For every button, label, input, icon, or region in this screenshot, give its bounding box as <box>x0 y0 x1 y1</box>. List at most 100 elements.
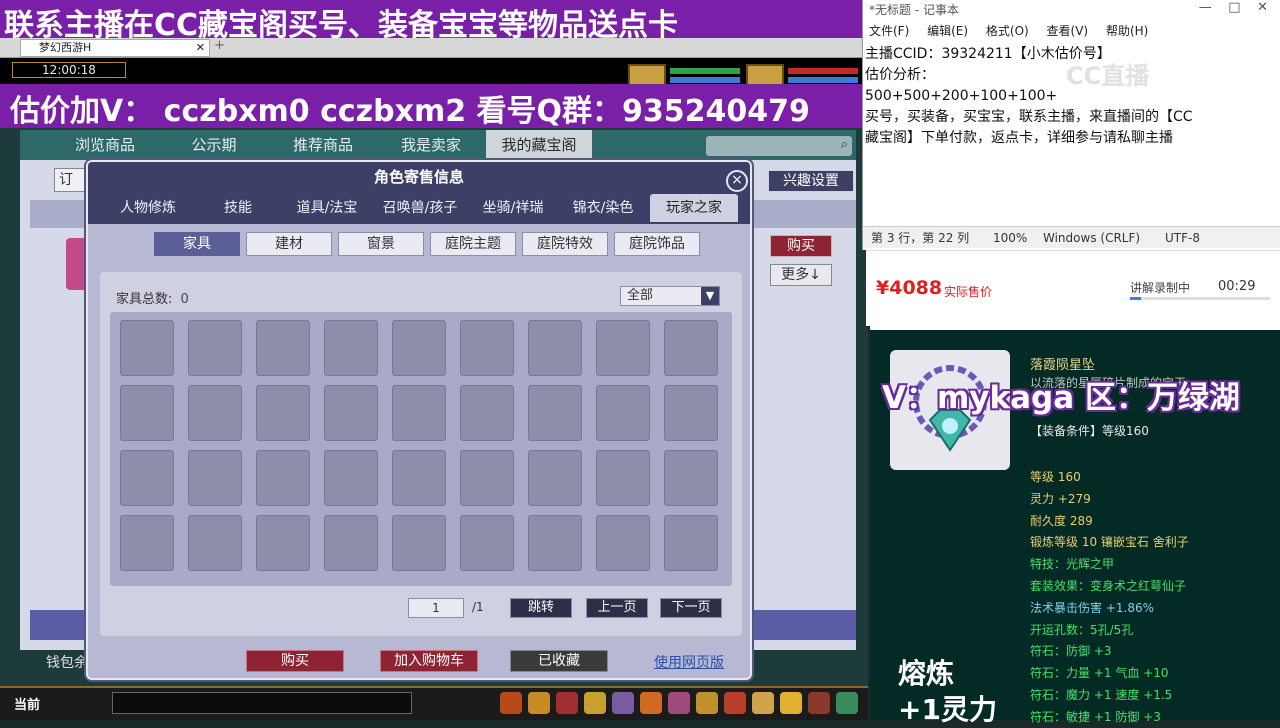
browser-tab[interactable]: 梦幻西游H ✕ <box>20 39 210 57</box>
furniture-slot[interactable] <box>596 385 650 441</box>
furniture-slot[interactable] <box>188 450 242 506</box>
furniture-slot[interactable] <box>324 515 378 571</box>
furniture-slot[interactable] <box>324 320 378 376</box>
furniture-slot[interactable] <box>460 385 514 441</box>
furniture-slot[interactable] <box>664 320 718 376</box>
subtab-courtyard-decor[interactable]: 庭院饰品 <box>614 232 700 256</box>
bag-icon[interactable] <box>500 692 522 714</box>
furniture-slot[interactable] <box>256 450 310 506</box>
smile-icon[interactable] <box>780 692 802 714</box>
nav-browse[interactable]: 浏览商品 <box>60 130 150 160</box>
map-icon[interactable] <box>836 692 858 714</box>
search-input[interactable]: ⌕ <box>706 136 852 156</box>
furniture-slot[interactable] <box>664 450 718 506</box>
furniture-slot[interactable] <box>120 320 174 376</box>
notepad-menu: 文件(F) 编辑(E) 格式(O) 查看(V) 帮助(H) <box>863 22 1280 42</box>
furniture-slot[interactable] <box>188 320 242 376</box>
furniture-slot[interactable] <box>596 515 650 571</box>
furniture-slot[interactable] <box>460 450 514 506</box>
furniture-slot[interactable] <box>256 515 310 571</box>
team-icon[interactable] <box>584 692 606 714</box>
furniture-slot[interactable] <box>528 320 582 376</box>
menu-help[interactable]: 帮助(H) <box>1106 24 1148 38</box>
minimize-icon[interactable]: — <box>1199 0 1212 15</box>
furniture-slot[interactable] <box>596 320 650 376</box>
furniture-slot[interactable] <box>120 515 174 571</box>
menu-edit[interactable]: 编辑(E) <box>927 24 968 38</box>
more-button[interactable]: 更多↓ <box>770 264 832 286</box>
system-icon[interactable] <box>808 692 830 714</box>
subtab-courtyard-effect[interactable]: 庭院特效 <box>522 232 608 256</box>
skill-icon[interactable] <box>528 692 550 714</box>
subtab-furniture[interactable]: 家具 <box>154 232 240 256</box>
furniture-slot[interactable] <box>256 385 310 441</box>
buy-button[interactable]: 购买 <box>246 650 344 672</box>
subtab-window[interactable]: 窗景 <box>338 232 424 256</box>
furniture-slot[interactable] <box>256 320 310 376</box>
notepad-text-area[interactable]: 主播CCID：39324211【小木估价号】 估价分析： 500+500+200… <box>865 44 1245 149</box>
event-icon[interactable] <box>724 692 746 714</box>
item-stat-line: 符石：力量 +1 气血 +10 <box>1030 666 1169 681</box>
furniture-slot[interactable] <box>528 450 582 506</box>
favorited-button[interactable]: 已收藏 <box>510 650 608 672</box>
chevron-down-icon[interactable]: ▼ <box>701 287 719 305</box>
tab-costumes[interactable]: 锦衣/染色 <box>560 194 646 222</box>
filter-select[interactable]: 全部 ▼ <box>620 286 720 306</box>
furniture-slot[interactable] <box>528 385 582 441</box>
furniture-slot[interactable] <box>664 385 718 441</box>
guild-icon[interactable] <box>696 692 718 714</box>
menu-view[interactable]: 查看(V) <box>1047 24 1089 38</box>
furniture-slot[interactable] <box>392 320 446 376</box>
page-total: /1 <box>472 600 484 614</box>
furniture-slot[interactable] <box>596 450 650 506</box>
furniture-slot[interactable] <box>120 450 174 506</box>
subtab-materials[interactable]: 建材 <box>246 232 332 256</box>
side-buy-button[interactable]: 购买 <box>770 235 832 257</box>
furniture-slot[interactable] <box>460 515 514 571</box>
nav-seller[interactable]: 我是卖家 <box>386 130 476 160</box>
close-icon[interactable]: × <box>726 170 748 192</box>
task-icon[interactable] <box>556 692 578 714</box>
furniture-slot[interactable] <box>188 515 242 571</box>
furniture-slot[interactable] <box>392 385 446 441</box>
tab-items[interactable]: 道具/法宝 <box>284 194 370 222</box>
furniture-slot[interactable] <box>460 320 514 376</box>
add-to-cart-button[interactable]: 加入购物车 <box>380 650 478 672</box>
furniture-slot[interactable] <box>188 385 242 441</box>
furniture-slot[interactable] <box>324 450 378 506</box>
furniture-slot[interactable] <box>392 515 446 571</box>
tab-skills[interactable]: 技能 <box>198 194 278 222</box>
prev-page-button[interactable]: 上一页 <box>586 598 648 618</box>
maximize-icon[interactable]: □ <box>1228 0 1240 15</box>
channel-label[interactable]: 当前 <box>14 694 40 713</box>
tab-cultivation[interactable]: 人物修炼 <box>102 194 194 222</box>
furniture-slot[interactable] <box>120 385 174 441</box>
tab-player-home[interactable]: 玩家之家 <box>650 194 738 222</box>
shop-icon[interactable] <box>668 692 690 714</box>
new-tab-icon[interactable]: + <box>214 38 225 53</box>
close-icon[interactable]: ✕ <box>1257 0 1268 15</box>
subtab-courtyard-theme[interactable]: 庭院主题 <box>430 232 516 256</box>
menu-file[interactable]: 文件(F) <box>869 24 909 38</box>
page-input[interactable]: 1 <box>408 598 464 618</box>
furniture-slot[interactable] <box>528 515 582 571</box>
furniture-slot[interactable] <box>664 515 718 571</box>
pet-icon[interactable] <box>612 692 634 714</box>
menu-format[interactable]: 格式(O) <box>986 24 1029 38</box>
interest-settings-button[interactable]: 兴趣设置 <box>768 170 854 192</box>
friend-icon[interactable] <box>640 692 662 714</box>
tab-mounts[interactable]: 坐骑/祥瑞 <box>470 194 556 222</box>
chat-input[interactable] <box>112 692 412 714</box>
furniture-slot[interactable] <box>324 385 378 441</box>
reward-icon[interactable] <box>752 692 774 714</box>
nav-public[interactable]: 公示期 <box>170 130 258 160</box>
search-icon[interactable]: ⌕ <box>841 137 848 152</box>
web-version-link[interactable]: 使用网页版 <box>654 652 724 672</box>
nav-recommend[interactable]: 推荐商品 <box>278 130 368 160</box>
jump-button[interactable]: 跳转 <box>510 598 572 618</box>
tab-summons[interactable]: 召唤兽/孩子 <box>374 194 466 222</box>
nav-my-treasure[interactable]: 我的藏宝阁 <box>486 130 592 160</box>
close-icon[interactable]: ✕ <box>196 40 205 56</box>
furniture-slot[interactable] <box>392 450 446 506</box>
next-page-button[interactable]: 下一页 <box>660 598 722 618</box>
